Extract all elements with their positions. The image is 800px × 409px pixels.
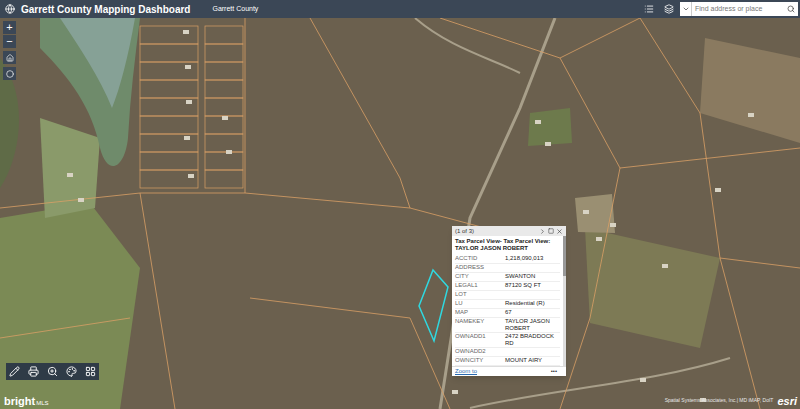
popup-footer: Zoom to ••• [452,366,566,376]
field-row: MAP67 [455,309,560,318]
attribution-bar: Spatial Systems Associates, Inc.| MD iMA… [665,395,797,407]
field-key: NAMEKEY [455,318,505,332]
app: Garrett County Mapping Dashboard Garrett … [0,0,800,409]
field-value: TAYLOR JASON ROBERT [505,318,560,332]
field-key: LEGAL1 [455,282,505,290]
draw-icon[interactable] [9,366,20,377]
locate-icon [6,70,14,78]
field-value: Residential (R) [505,300,560,308]
field-value: 1,218,090,013 [505,255,560,263]
print-icon[interactable] [28,366,39,377]
field-row: OWNADD12472 BRADDOCK RD [455,333,560,348]
close-icon[interactable] [556,228,563,235]
field-key: ACCTID [455,255,505,263]
selected-parcel[interactable] [419,270,448,341]
field-value: SWANTON [505,273,560,281]
field-value: 87120 SQ FT [505,282,560,290]
search-icon[interactable] [787,5,795,13]
esri-logo: esri [777,395,797,407]
parcel-lines [0,18,800,409]
basemap-icon[interactable] [66,366,77,377]
field-row: LUResidential (R) [455,300,560,309]
zoom-to-link[interactable]: Zoom to [455,367,477,376]
field-value [505,264,560,272]
field-value: MOUNT AIRY [505,357,560,365]
query-icon[interactable] [47,366,58,377]
watermark: brightMLS [4,395,49,407]
grid-icon[interactable] [85,366,96,377]
field-value [505,291,560,299]
dock-icon[interactable] [548,228,554,234]
zoom-button[interactable]: − [3,35,16,48]
county-label: Garrett County [212,4,258,15]
field-row: OWNCITYMOUNT AIRY [455,357,560,366]
popup: (1 of 3) Tax Parcel View- Tax Parcel View… [452,226,566,376]
field-key: LU [455,300,505,308]
field-row: NAMEKEYTAYLOR JASON ROBERT [455,318,560,333]
building-marks [67,30,754,402]
layers-icon[interactable] [664,4,674,14]
header-bar: Garrett County Mapping Dashboard Garrett … [0,0,800,18]
field-value [505,348,560,356]
field-row: LEGAL187120 SQ FT [455,282,560,291]
home-button[interactable] [3,51,16,64]
popup-body: Tax Parcel View- Tax Parcel View: TAYLOR… [452,236,566,366]
field-key: CITY [455,273,505,281]
list-icon[interactable] [644,4,654,14]
field-row: OWNADD2 [455,348,560,357]
aerial-map[interactable] [0,18,800,409]
field-key: OWNADD2 [455,348,505,356]
field-key: OWNADD1 [455,333,505,347]
map-controls: +− [3,21,16,80]
field-value: 2472 BRADDOCK RD [505,333,560,347]
next-icon[interactable] [539,228,546,235]
bottom-toolbar [6,363,99,380]
popup-title: Tax Parcel View- Tax Parcel View: TAYLOR… [455,238,560,252]
zoom-button[interactable]: + [3,21,16,34]
field-row: ACCTID1,218,090,013 [455,255,560,264]
field-key: OWNCITY [455,357,505,365]
field-row: CITYSWANTON [455,273,560,282]
field-value: 67 [505,309,560,317]
map-view[interactable]: +− (1 of 3) Tax Parcel View- Tax Parcel Vi… [0,18,800,409]
field-key: MAP [455,309,505,317]
field-row: LOT [455,291,560,300]
search-placeholder[interactable]: Find address or place [692,4,787,15]
dashboard-title: Garrett County Mapping Dashboard [21,2,190,17]
popup-header: (1 of 3) [452,226,566,236]
dashboard-icon [5,4,15,14]
more-button[interactable]: ••• [551,367,557,376]
field-row: ADDRESS [455,264,560,273]
locate-button[interactable] [3,67,16,80]
popup-counter: (1 of 3) [455,227,474,236]
search-box[interactable]: Find address or place [680,2,798,16]
home-icon [6,54,14,62]
attribution: Spatial Systems Associates, Inc.| MD iMA… [665,397,774,405]
dropdown-icon[interactable] [682,5,690,13]
field-key: ADDRESS [455,264,505,272]
popup-scrollbar[interactable] [563,236,566,366]
field-key: LOT [455,291,505,299]
